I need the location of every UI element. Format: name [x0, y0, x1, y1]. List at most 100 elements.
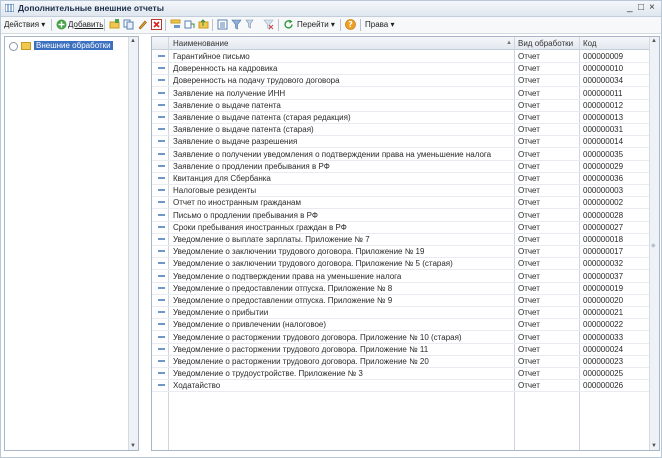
table-row[interactable]: Налоговые резиденты Отчет 000000003 [152, 184, 650, 198]
table-row[interactable]: Квитанция для Сбербанка Отчет 000000036 [152, 172, 650, 185]
table-row[interactable]: Уведомление о предоставлении отпуска. Пр… [152, 294, 650, 307]
goto-menu[interactable]: Перейти ▾ [297, 20, 335, 29]
scroll-down-arrow[interactable]: ▼ [130, 443, 136, 449]
cell-type: Отчет [518, 137, 540, 147]
cell-name: Ходатайство [173, 381, 221, 391]
cell-type: Отчет [518, 52, 540, 61]
scroll-down-arrow[interactable]: ▼ [651, 443, 657, 449]
cell-name: Уведомление о прибытии [173, 308, 269, 318]
report-icon [158, 347, 165, 350]
table-row[interactable]: Уведомление о расторжении трудового дого… [152, 331, 650, 344]
table-row[interactable]: Заявление о выдаче патента Отчет 000000012 [152, 99, 650, 112]
scroll-thumb[interactable]: ◆ [651, 242, 656, 249]
table-row[interactable]: Заявление о выдаче патента (старая редак… [152, 111, 650, 124]
report-icon [158, 91, 165, 94]
add-icon[interactable] [56, 19, 67, 30]
table-row[interactable]: Заявление о выдаче разрешения Отчет 000000… [152, 135, 650, 149]
cell-code: 000000033 [583, 332, 624, 342]
hierarchy-icon[interactable] [170, 19, 181, 30]
cell-type: Отчет [518, 296, 540, 305]
scroll-up-arrow[interactable]: ▲ [130, 38, 136, 44]
sort-arrow-icon: ▲ [506, 40, 512, 46]
table-row[interactable]: Ходатайство Отчет 000000026 [152, 379, 650, 393]
folder-icon [21, 42, 31, 50]
minimize-button[interactable]: _ [627, 2, 633, 13]
help-icon[interactable]: ? [345, 19, 356, 30]
cell-name: Уведомление о расторжении трудового дого… [173, 344, 429, 354]
toolbar-separator [278, 19, 279, 31]
table-row[interactable]: Заявление о продлении пребывания в РФ Отч… [152, 160, 650, 173]
cell-type: Отчет [518, 381, 540, 391]
table-row[interactable]: Заявление о получении уведомления о подт… [152, 148, 650, 161]
cell-code: 000000012 [583, 100, 624, 110]
list-mode-icon[interactable] [217, 19, 228, 30]
cell-type: Отчет [518, 369, 540, 379]
table-row[interactable]: Гарантийное письмо Отчет 000000009 [152, 50, 650, 63]
table-row[interactable]: Уведомление о подтверждении права на уме… [152, 270, 650, 283]
delete-icon[interactable] [151, 19, 162, 30]
table-scrollbar[interactable]: ▲ ◆ ▼ [649, 37, 659, 450]
scroll-up-arrow[interactable]: ▲ [651, 38, 657, 44]
cell-name: Уведомление о расторжении трудового дого… [173, 332, 462, 342]
report-icon [158, 213, 165, 216]
report-icon [158, 140, 165, 143]
rights-menu[interactable]: Права ▾ [365, 20, 395, 29]
maximize-button[interactable]: □ [638, 2, 644, 13]
cell-name: Уведомление о подтверждении права на уме… [173, 271, 402, 281]
cell-name: Уведомление о трудоустройстве. Приложени… [173, 369, 363, 379]
table-row[interactable]: Уведомление о привлечении (налоговое) Отч… [152, 318, 650, 332]
cell-type: Отчет [518, 259, 540, 269]
cell-type: Отчет [518, 332, 540, 342]
actions-menu[interactable]: Действия ▾ [4, 20, 45, 29]
cell-name: Квитанция для Сбербанка [173, 174, 271, 183]
table-row[interactable]: Уведомление о предоставлении отпуска. Пр… [152, 282, 650, 295]
table-row[interactable]: Уведомление о трудоустройстве. Приложени… [152, 367, 650, 381]
report-icon [158, 201, 165, 204]
report-icon [158, 116, 165, 118]
column-header-type[interactable]: Вид обработки [518, 39, 573, 48]
cell-code: 000000003 [583, 186, 624, 196]
clear-filter-icon[interactable] [263, 19, 274, 30]
cell-code: 000000024 [583, 344, 624, 354]
cell-type: Отчет [518, 271, 540, 281]
column-header-name[interactable]: Наименование [173, 39, 228, 48]
cell-name: Заявление о выдаче патента [173, 100, 281, 110]
edit-icon[interactable] [137, 19, 148, 30]
table-row[interactable]: Письмо о продлении пребывания в РФ Отчет 0… [152, 209, 650, 222]
copy-icon[interactable] [123, 19, 134, 30]
level-down-icon[interactable] [184, 19, 195, 30]
level-up-icon[interactable] [198, 19, 209, 30]
report-icon [158, 128, 165, 131]
table-row[interactable]: Сроки пребывания иностранных граждан в Р… [152, 221, 650, 234]
report-icon [158, 238, 165, 240]
tree-scrollbar[interactable]: ▲ ▼ [128, 37, 138, 450]
table-row[interactable]: Уведомление о расторжении трудового дого… [152, 343, 650, 356]
table-row[interactable]: Уведомление о прибытии Отчет 000000021 [152, 306, 650, 320]
filter-icon[interactable] [231, 19, 242, 30]
tree-node-label: Внешние обработки [34, 41, 113, 50]
filter-list-icon[interactable] [245, 19, 256, 30]
table-row[interactable]: Уведомление о заключении трудового догов… [152, 257, 650, 271]
cell-name: Доверенность на кадровика [173, 64, 278, 74]
add-button[interactable]: Добавить [68, 20, 103, 29]
table-row[interactable]: Доверенность на кадровика Отчет 000000010 [152, 62, 650, 76]
close-button[interactable]: × [649, 2, 655, 13]
report-icon [158, 55, 165, 57]
table-row[interactable]: Уведомление о расторжении трудового дого… [152, 355, 650, 368]
table-row[interactable]: Отчет по иностранным гражданам Отчет 00000… [152, 196, 650, 210]
report-icon [158, 250, 165, 253]
add-folder-icon[interactable] [109, 19, 120, 30]
table-row[interactable]: Заявление о выдаче патента (старая) Отчет… [152, 123, 650, 137]
column-header-code[interactable]: Код [583, 39, 597, 48]
table-row[interactable]: Уведомление о выплате зарплаты. Приложен… [152, 233, 650, 246]
expand-toggle[interactable] [9, 42, 18, 51]
cell-code: 000000025 [583, 369, 624, 379]
cell-name: Уведомление о предоставлении отпуска. Пр… [173, 283, 393, 293]
table-row[interactable]: Уведомление о заключении трудового догов… [152, 245, 650, 259]
table-row[interactable]: Доверенность на подачу трудового договор… [152, 74, 650, 88]
table-row[interactable]: Заявление на получение ИНН Отчет 000000011 [152, 87, 650, 100]
report-icon [158, 372, 165, 375]
refresh-icon[interactable] [283, 19, 294, 30]
cell-type: Отчет [518, 88, 540, 98]
cell-code: 000000017 [583, 247, 624, 257]
